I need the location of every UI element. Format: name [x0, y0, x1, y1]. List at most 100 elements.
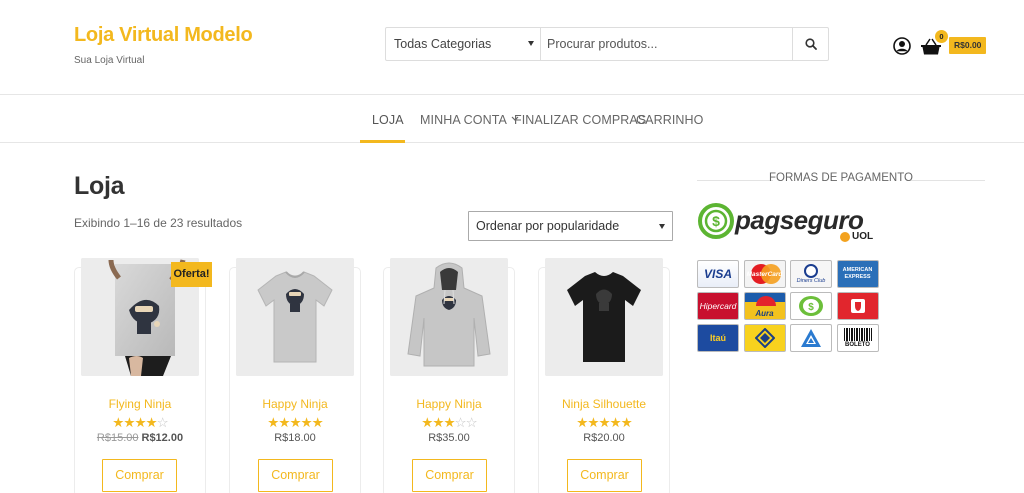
svg-text:$: $ [712, 213, 720, 229]
star-filled-icon: ★ [609, 415, 622, 430]
pagseguro-mark-icon: $ [698, 203, 734, 239]
widget-title: Formas de Pagamento [769, 172, 913, 184]
product-image-happy-ninja-hoodie[interactable] [390, 258, 508, 376]
search-button[interactable] [792, 28, 828, 60]
page-title: Loja [74, 172, 125, 200]
star-filled-icon: ★ [278, 415, 290, 430]
product-name[interactable]: Happy Ninja [383, 397, 515, 411]
nav-item-carrinho[interactable]: Carrinho [636, 113, 703, 127]
nav-item-label: Minha Conta [420, 113, 507, 127]
pay-label: AMERICAN EXPRESS [842, 267, 873, 280]
cart-count-badge: 0 [935, 30, 948, 43]
caret-down-icon [528, 41, 534, 46]
star-filled-icon: ★ [145, 415, 158, 430]
nav-item-minha-conta[interactable]: Minha Conta [420, 113, 519, 127]
star-filled-icon: ★ [587, 415, 599, 430]
product-image-happy-ninja-tshirt[interactable] [236, 258, 354, 376]
banco-do-brasil-icon [743, 324, 786, 352]
search-input[interactable] [541, 28, 792, 60]
category-select-value: Todas Categorias [394, 37, 492, 51]
pay-label: VISA [703, 267, 732, 281]
mastercard-icon: MasterCard [743, 260, 786, 288]
product-name[interactable]: Happy Ninja [229, 397, 361, 411]
green-ring-icon: $ [799, 296, 823, 316]
product-name[interactable]: Flying Ninja [74, 397, 206, 411]
star-filled-icon: ★ [421, 415, 433, 430]
star-filled-icon: ★ [112, 415, 124, 430]
product-price: R$35.00 [428, 432, 470, 444]
blue-triangles-icon [801, 329, 821, 347]
star-filled-icon: ★ [289, 415, 301, 430]
ordering-select[interactable]: Ordenar por popularidade [468, 211, 673, 241]
star-filled-icon: ★ [123, 415, 135, 430]
barcode-icon [843, 328, 872, 341]
product-price: R$20.00 [583, 432, 625, 444]
american-express-icon: AMERICAN EXPRESS [836, 260, 879, 288]
star-filled-icon: ★ [598, 415, 610, 430]
bb-logo-icon [754, 328, 775, 348]
star-rating: ★★★★★ [538, 415, 670, 431]
hipercard-icon: Hipercard [697, 292, 739, 320]
pay-label: Diners Club [796, 278, 826, 284]
star-filled-icon: ★ [620, 415, 633, 430]
buy-button[interactable]: Comprar [102, 459, 177, 492]
boleto-icon: BOLETO [836, 324, 879, 352]
star-filled-icon: ★ [311, 415, 324, 430]
star-empty-icon: ☆ [156, 415, 169, 430]
cart-total[interactable]: R$0.00 [949, 37, 987, 54]
aura-arc [755, 296, 776, 306]
buy-button[interactable]: Comprar [567, 459, 642, 492]
uol-badge: UOL [840, 231, 873, 242]
buy-button[interactable]: Comprar [258, 459, 333, 492]
aura-icon: Aura [743, 292, 786, 320]
user-account-icon[interactable] [893, 37, 911, 55]
site-tagline: Sua Loja Virtual [74, 55, 145, 66]
visa-icon: VISA [697, 260, 739, 288]
nav-item-loja[interactable]: Loja [372, 113, 404, 127]
uol-dot-icon [840, 231, 850, 242]
star-filled-icon: ★ [134, 415, 146, 430]
nav-item-finalizar-compras[interactable]: Finalizar Compras [514, 113, 646, 127]
old-price: R$15.00 [96, 432, 139, 444]
sale-price: R$12.00 [141, 432, 184, 444]
buy-button[interactable]: Comprar [412, 459, 487, 492]
pay-label: BOLETO [845, 342, 870, 348]
svg-text:$: $ [808, 302, 814, 313]
grey-hoodie-image [390, 258, 508, 376]
sale-badge: Oferta! [171, 262, 212, 287]
search-icon [804, 38, 817, 50]
itau-icon: Itaú [697, 324, 739, 352]
caret-down-icon [659, 224, 665, 229]
star-filled-icon: ★ [267, 415, 279, 430]
star-rating: ★★★★★ [229, 415, 361, 431]
site-header: Loja Virtual Modelo Sua Loja Virtual Tod… [0, 0, 1024, 95]
diners-circle [804, 264, 818, 278]
product-image-ninja-silhouette[interactable] [545, 258, 663, 376]
banrisul-icon [790, 324, 832, 352]
star-rating: ★★★☆☆ [383, 415, 515, 431]
star-empty-icon: ☆ [454, 415, 467, 430]
pay-label: Hipercard [699, 301, 737, 311]
product-search-form: Todas Categorias [385, 27, 829, 61]
site-title[interactable]: Loja Virtual Modelo [74, 24, 253, 47]
pay-label: Itaú [709, 333, 726, 343]
uol-text: UOL [852, 231, 874, 242]
pay-label: Aura [755, 308, 774, 318]
ordering-select-value: Ordenar por popularidade [476, 219, 620, 233]
product-name[interactable]: Ninja Silhouette [538, 397, 670, 411]
category-select[interactable]: Todas Categorias [386, 28, 541, 60]
star-rating: ★★★★☆ [74, 415, 206, 431]
black-tshirt-image [545, 258, 663, 376]
star-empty-icon: ☆ [465, 415, 478, 430]
payment-methods-grid: VISA MasterCard Diners Club AMERICAN EXP… [697, 260, 881, 352]
product-price: R$18.00 [274, 432, 316, 444]
diners-club-icon: Diners Club [790, 260, 832, 288]
elo-icon: $ [790, 292, 832, 320]
shield-icon [850, 299, 865, 313]
pagseguro-logo: $ pagseguro UOL [697, 203, 882, 245]
star-filled-icon: ★ [432, 415, 444, 430]
main-navigation: Loja Minha Conta Finalizar Compras Carri… [0, 96, 1024, 143]
active-nav-indicator [360, 140, 405, 143]
pagseguro-saldo-icon [836, 292, 879, 320]
star-filled-icon: ★ [576, 415, 588, 430]
